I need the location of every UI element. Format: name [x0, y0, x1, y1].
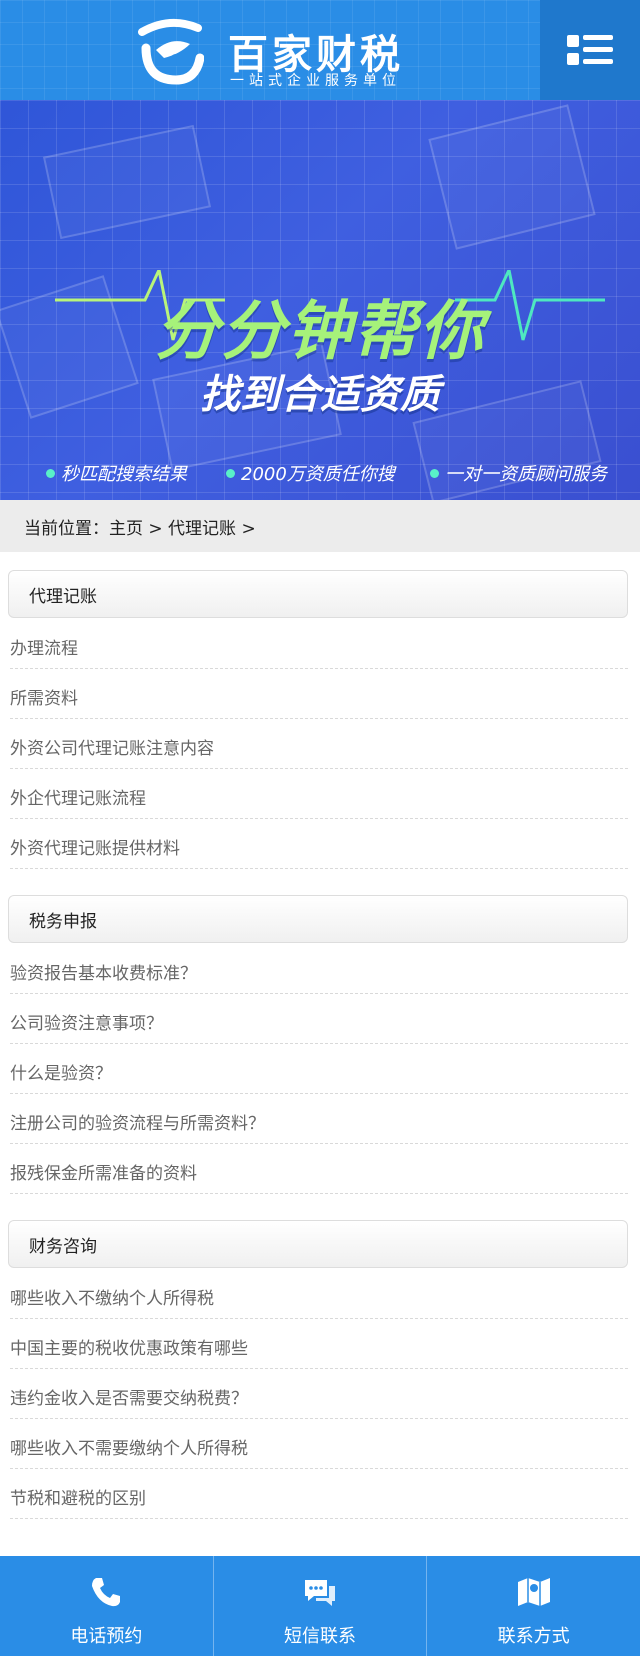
site-header: 百家财税 一站式企业服务单位 — [0, 0, 640, 100]
hero-banner[interactable]: 分分钟帮你 找到合适资质 秒匹配搜索结果 2000万资质任你搜 一对一资质顾问服… — [0, 100, 640, 500]
banner-feature: 秒匹配搜索结果 — [46, 460, 187, 486]
menu-button[interactable] — [540, 0, 640, 100]
phone-booking-button[interactable]: 电话预约 — [0, 1556, 214, 1656]
banner-feature: 2000万资质任你搜 — [226, 460, 395, 486]
logo-icon — [138, 18, 204, 85]
sms-contact-button[interactable]: 短信联系 — [214, 1556, 428, 1656]
brand-slogan: 一站式企业服务单位 — [230, 73, 401, 89]
menu-icon — [567, 33, 613, 67]
list-item[interactable]: 所需资料 — [10, 669, 628, 719]
list-item[interactable]: 哪些收入不需要缴纳个人所得税 — [10, 1419, 628, 1469]
list-item[interactable]: 公司验资注意事项？ — [10, 994, 628, 1044]
list-item[interactable]: 注册公司的验资流程与所需资料？ — [10, 1094, 628, 1144]
banner-features: 秒匹配搜索结果 2000万资质任你搜 一对一资质顾问服务 — [0, 460, 640, 490]
footer-label: 联系方式 — [497, 1626, 570, 1647]
breadcrumb: 当前位置：主页 > 代理记账 > — [0, 500, 640, 552]
list-item[interactable]: 外资代理记账提供材料 — [10, 819, 628, 869]
banner-headline: 分分钟帮你 — [155, 295, 485, 369]
bullet-icon — [226, 468, 235, 478]
phone-icon — [92, 1578, 121, 1607]
footer-label: 电话预约 — [70, 1626, 143, 1647]
footer-label: 短信联系 — [284, 1626, 356, 1647]
list-item[interactable]: 节税和避税的区别 — [10, 1469, 628, 1519]
bullet-icon — [46, 468, 55, 478]
list-item[interactable]: 报残保金所需准备的资料 — [10, 1144, 628, 1194]
list-item[interactable]: 外企代理记账流程 — [10, 769, 628, 819]
list-item[interactable]: 中国主要的税收优惠政策有哪些 — [10, 1319, 628, 1369]
bullet-icon — [430, 468, 439, 478]
bottom-nav: 电话预约 短信联系 联系方式 — [0, 1556, 640, 1656]
list-item[interactable]: 办理流程 — [10, 619, 628, 669]
list-item[interactable]: 验资报告基本收费标准？ — [10, 944, 628, 994]
list-item[interactable]: 哪些收入不缴纳个人所得税 — [10, 1269, 628, 1319]
banner-subhead: 找到合适资质 — [200, 372, 440, 418]
section-title[interactable]: 代理记账 — [8, 570, 628, 618]
breadcrumb-text: 当前位置：主页 > 代理记账 > — [24, 518, 256, 539]
article-list: 验资报告基本收费标准？ 公司验资注意事项？ 什么是验资？ 注册公司的验资流程与所… — [10, 944, 628, 1194]
message-icon — [305, 1580, 335, 1606]
section-title[interactable]: 财务咨询 — [8, 1220, 628, 1268]
banner-feature: 一对一资质顾问服务 — [430, 460, 607, 486]
list-item[interactable]: 什么是验资？ — [10, 1044, 628, 1094]
list-item[interactable]: 外资公司代理记账注意内容 — [10, 719, 628, 769]
section-title[interactable]: 税务申报 — [8, 895, 628, 943]
map-icon — [517, 1578, 550, 1606]
site-logo[interactable]: 百家财税 一站式企业服务单位 — [136, 14, 436, 89]
article-list: 哪些收入不缴纳个人所得税 中国主要的税收优惠政策有哪些 违约金收入是否需要交纳税… — [10, 1269, 628, 1519]
article-list: 办理流程 所需资料 外资公司代理记账注意内容 外企代理记账流程 外资代理记账提供… — [10, 619, 628, 869]
list-item[interactable]: 违约金收入是否需要交纳税费？ — [10, 1369, 628, 1419]
contact-info-button[interactable]: 联系方式 — [427, 1556, 640, 1656]
